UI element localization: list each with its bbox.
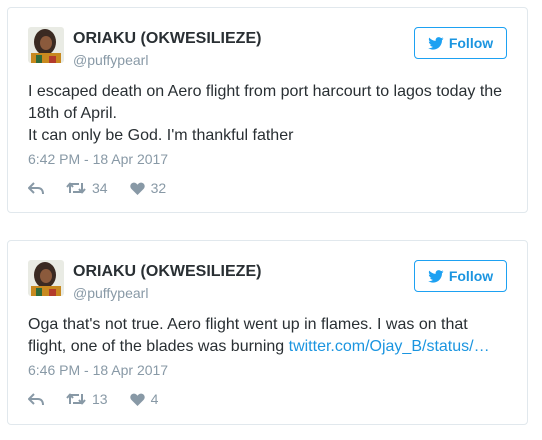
retweet-icon: [66, 393, 86, 405]
avatar[interactable]: [28, 27, 64, 63]
heart-icon: [129, 393, 145, 406]
like-button[interactable]: 4: [129, 391, 159, 407]
tweet-text-line: I escaped death on Aero flight from port…: [28, 83, 503, 122]
like-count: 32: [150, 180, 167, 196]
retweet-count: 13: [92, 391, 108, 407]
author-handle[interactable]: @puffypearl: [73, 52, 148, 68]
retweet-button[interactable]: 34: [66, 180, 108, 196]
reply-icon: [28, 181, 44, 194]
like-count: 4: [150, 391, 159, 407]
twitter-bird-icon: [428, 36, 444, 50]
tweet-link[interactable]: twitter.com/Ojay_B/status/…: [289, 338, 490, 355]
follow-button[interactable]: Follow: [414, 260, 507, 292]
tweet-text-line: It can only be God. I'm thankful father: [28, 127, 294, 144]
reply-button[interactable]: [28, 392, 44, 406]
tweet-card: ORIAKU (OKWESILIEZE) @puffypearl Follow …: [7, 240, 528, 425]
reply-icon: [28, 392, 44, 405]
author-name[interactable]: ORIAKU (OKWESILIEZE): [73, 263, 261, 281]
like-button[interactable]: 32: [129, 180, 167, 196]
reply-button[interactable]: [28, 181, 44, 195]
retweet-count: 34: [92, 180, 108, 196]
tweet-timestamp[interactable]: 6:46 PM - 18 Apr 2017: [28, 362, 168, 378]
tweet-actions: 34 32: [28, 179, 188, 197]
tweet-timestamp[interactable]: 6:42 PM - 18 Apr 2017: [28, 151, 168, 167]
tweet-card: ORIAKU (OKWESILIEZE) @puffypearl Follow …: [7, 7, 528, 213]
tweet-text: I escaped death on Aero flight from port…: [28, 81, 509, 147]
heart-icon: [129, 182, 145, 195]
tweet-text: Oga that's not true. Aero flight went up…: [28, 314, 509, 358]
avatar[interactable]: [28, 260, 64, 296]
tweet-actions: 13 4: [28, 390, 180, 408]
retweet-icon: [66, 182, 86, 194]
follow-label: Follow: [448, 35, 494, 51]
author-name[interactable]: ORIAKU (OKWESILIEZE): [73, 30, 261, 48]
follow-button[interactable]: Follow: [414, 27, 507, 59]
author-handle[interactable]: @puffypearl: [73, 285, 148, 301]
retweet-button[interactable]: 13: [66, 391, 108, 407]
follow-label: Follow: [448, 268, 494, 284]
twitter-bird-icon: [428, 269, 444, 283]
